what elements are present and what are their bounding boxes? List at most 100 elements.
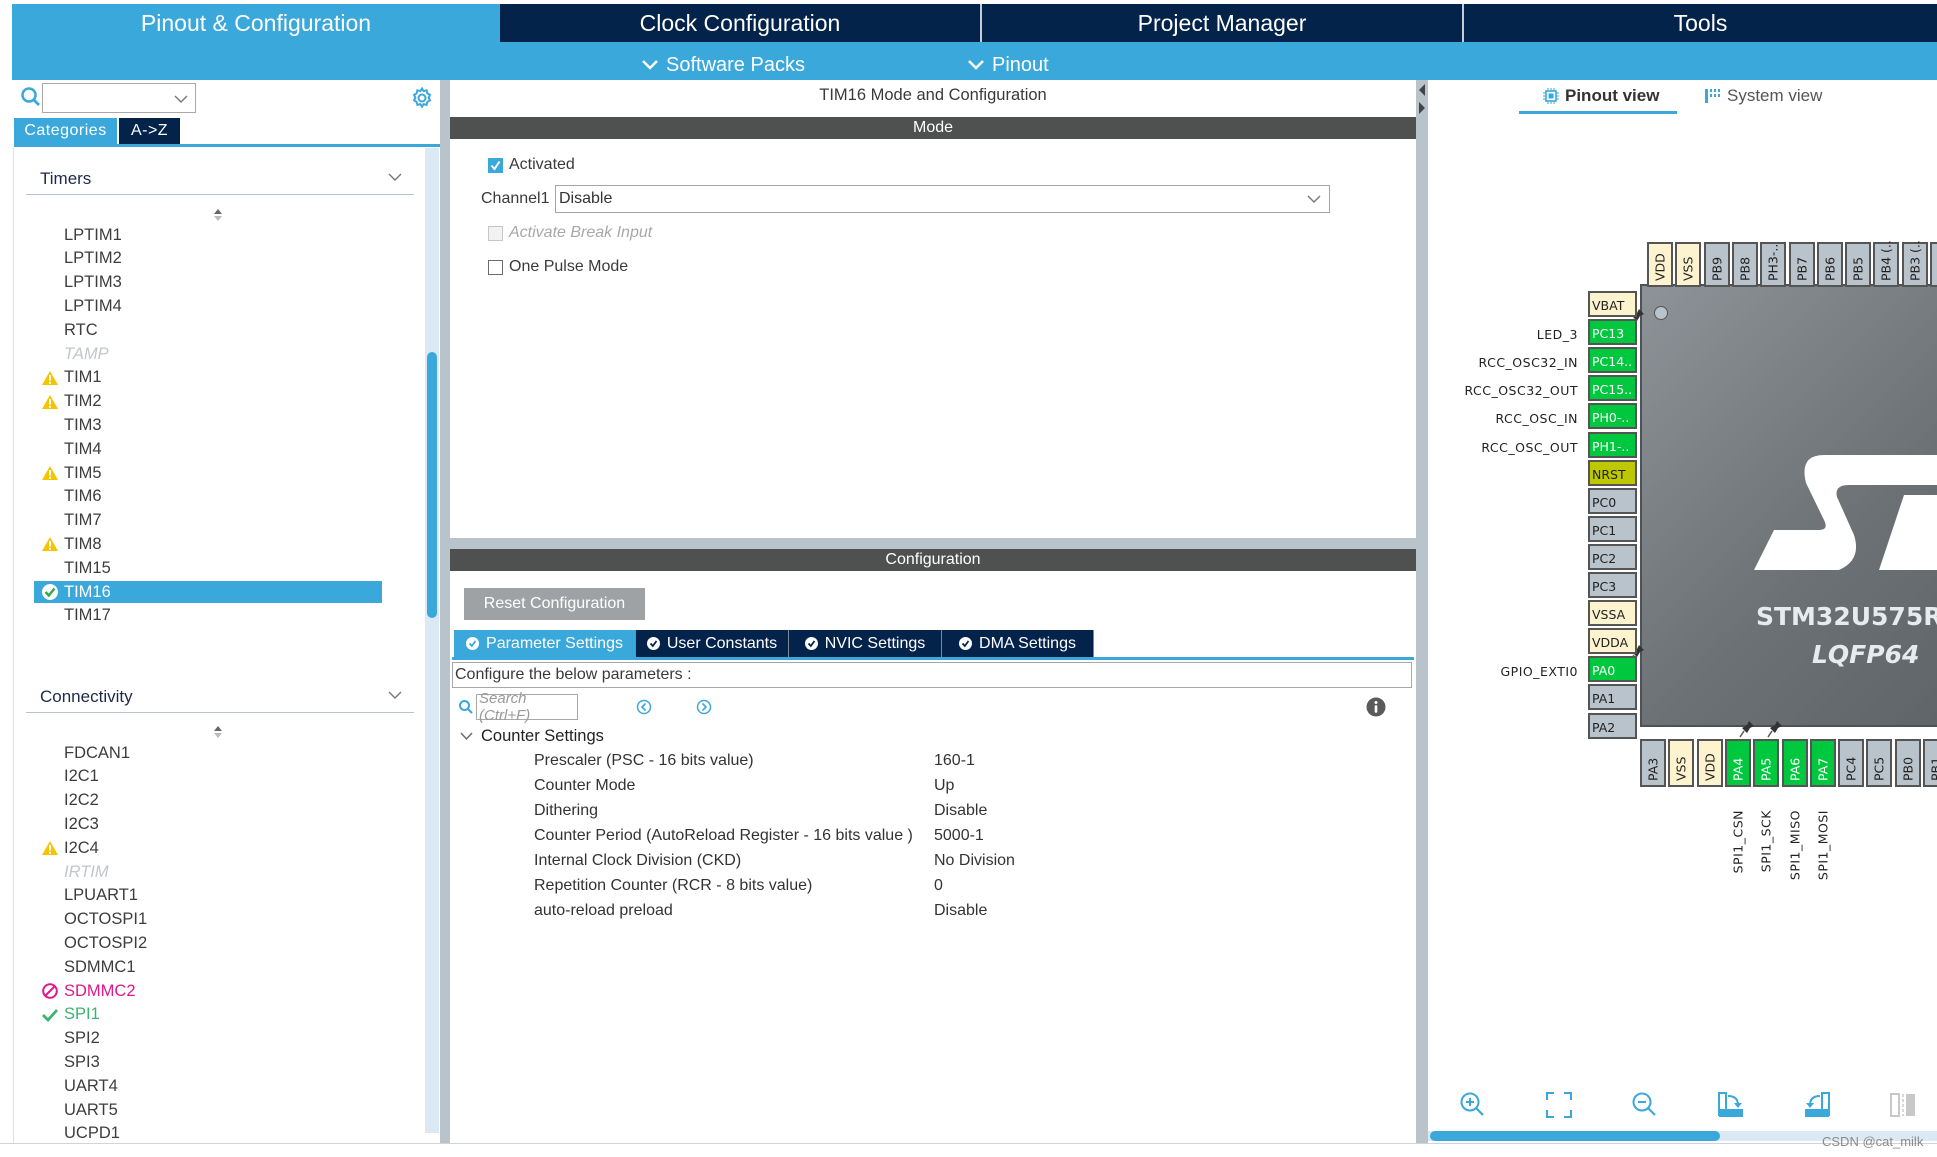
parameter-value[interactable]: 0 [934, 877, 943, 895]
pin-top[interactable]: PB7 [1788, 242, 1815, 287]
peripheral-item-lptim2[interactable]: LPTIM2 [34, 248, 382, 270]
peripheral-item-uart5[interactable]: UART5 [34, 1099, 382, 1121]
pin-pb1[interactable]: PB1 [1923, 739, 1937, 787]
peripheral-item-rtc[interactable]: RTC [34, 319, 382, 341]
parameter-value[interactable]: 5000-1 [934, 827, 984, 845]
parameter-value[interactable]: 160-1 [934, 752, 975, 770]
pin-pa6[interactable]: PA6 [1781, 739, 1808, 787]
peripheral-item-tim6[interactable]: TIM6 [34, 486, 382, 508]
peripheral-search-input[interactable] [42, 83, 196, 113]
collapse-arrows-icon[interactable] [1417, 82, 1427, 122]
sort-icon[interactable] [213, 725, 223, 739]
parameter-value[interactable]: Disable [934, 802, 987, 820]
peripheral-item-octospi2[interactable]: OCTOSPI2 [34, 932, 382, 954]
tab-user-constants[interactable]: User Constants [636, 630, 789, 657]
rotate-right-icon[interactable] [1716, 1090, 1746, 1120]
peripheral-item-i2c1[interactable]: I2C1 [34, 766, 382, 788]
list-scrollbar-track[interactable] [425, 148, 439, 1133]
peripheral-item-spi2[interactable]: SPI2 [34, 1028, 382, 1050]
peripheral-item-i2c3[interactable]: I2C3 [34, 813, 382, 835]
tab-a-to-z[interactable]: A->Z [119, 118, 180, 144]
software-packs-menu[interactable]: Software Packs [642, 50, 805, 80]
pin-pc13[interactable]: PC13 [1588, 319, 1637, 346]
fit-screen-icon[interactable] [1544, 1090, 1574, 1120]
parameter-value[interactable]: Disable [934, 902, 987, 920]
split-view-icon[interactable] [1888, 1090, 1918, 1120]
zoom-out-icon[interactable] [1630, 1090, 1660, 1120]
peripheral-item-uart4[interactable]: UART4 [34, 1075, 382, 1097]
pin-top[interactable]: VSS [1675, 242, 1702, 287]
next-match-icon[interactable] [696, 699, 712, 715]
peripheral-item-spi1[interactable]: SPI1 [34, 1004, 382, 1026]
parameter-value[interactable]: Up [934, 777, 954, 795]
tab-system-view[interactable]: System view [1705, 86, 1822, 106]
chevron-down-icon[interactable] [174, 95, 188, 104]
pin-top[interactable]: PH3-.. [1760, 242, 1787, 287]
pin-pa1[interactable]: PA1 [1588, 684, 1637, 711]
peripheral-item-tim17[interactable]: TIM17 [34, 605, 382, 627]
one-pulse-checkbox[interactable] [488, 260, 503, 275]
pin-pa0[interactable]: PA0 [1588, 656, 1637, 683]
peripheral-item-tim2[interactable]: TIM2 [34, 391, 382, 413]
parameter-value[interactable]: No Division [934, 852, 1015, 870]
horizontal-scrollbar-thumb[interactable] [1430, 1131, 1720, 1141]
pin-top[interactable]: PB9 [1703, 242, 1730, 287]
pin-top[interactable]: PB8 [1731, 242, 1758, 287]
tab-categories[interactable]: Categories [14, 118, 117, 144]
peripheral-item-spi3[interactable]: SPI3 [34, 1051, 382, 1073]
peripheral-item-tim5[interactable]: TIM5 [34, 462, 382, 484]
pin-pa7[interactable]: PA7 [1809, 739, 1836, 787]
pin-vssa[interactable]: VSSA [1588, 600, 1637, 627]
parameter-row[interactable]: Internal Clock Division (CKD) No Division [534, 850, 1404, 874]
activated-checkbox[interactable] [488, 158, 503, 173]
parameter-row[interactable]: Repetition Counter (RCR - 8 bits value) 0 [534, 875, 1404, 899]
panel-divider[interactable] [440, 80, 450, 1143]
parameter-row[interactable]: Prescaler (PSC - 16 bits value) 160-1 [534, 750, 1404, 774]
pin-top[interactable]: PB3 (.. [1901, 240, 1928, 287]
peripheral-item-sdmmc1[interactable]: SDMMC1 [34, 956, 382, 978]
peripheral-item-octospi1[interactable]: OCTOSPI1 [34, 909, 382, 931]
peripheral-item-lptim3[interactable]: LPTIM3 [34, 272, 382, 294]
sort-icon[interactable] [213, 208, 223, 222]
peripheral-item-tim16[interactable]: TIM16 [34, 581, 382, 603]
parameter-row[interactable]: auto-reload preload Disable [534, 900, 1404, 924]
pin-pc1[interactable]: PC1 [1588, 515, 1637, 542]
peripheral-item-tim8[interactable]: TIM8 [34, 533, 382, 555]
peripheral-item-lpuart1[interactable]: LPUART1 [34, 885, 382, 907]
panel-collapse-bar[interactable] [1416, 80, 1428, 1143]
pin-pb0[interactable]: PB0 [1894, 739, 1921, 787]
zoom-in-icon[interactable] [1458, 1090, 1488, 1120]
rotate-left-icon[interactable] [1802, 1090, 1832, 1120]
parameter-search-input[interactable]: Search (Ctrl+F) [476, 690, 578, 724]
pin-ph1[interactable]: PH1-.. [1588, 431, 1637, 458]
peripheral-item-tim4[interactable]: TIM4 [34, 438, 382, 460]
pinout-menu[interactable]: Pinout [968, 50, 1049, 80]
peripheral-item-fdcan1[interactable]: FDCAN1 [34, 742, 382, 764]
tab-nvic-settings[interactable]: NVIC Settings [789, 630, 942, 657]
pin-top[interactable]: VDD [1647, 242, 1673, 287]
peripheral-item-i2c2[interactable]: I2C2 [34, 790, 382, 812]
tab-tools[interactable]: Tools [1464, 4, 1937, 42]
tab-dma-settings[interactable]: DMA Settings [942, 630, 1094, 657]
pin-vdda[interactable]: VDDA [1588, 628, 1637, 655]
pin-pa2[interactable]: PA2 [1588, 712, 1637, 739]
pin-pc14[interactable]: PC14.. [1588, 347, 1637, 374]
peripheral-item-tim7[interactable]: TIM7 [34, 510, 382, 532]
pin-top[interactable]: PB2 [1930, 242, 1937, 287]
list-scrollbar-thumb[interactable] [427, 352, 437, 618]
parameter-row[interactable]: Counter Mode Up [534, 775, 1404, 799]
peripheral-item-lptim1[interactable]: LPTIM1 [34, 224, 382, 246]
pin-pa4[interactable]: PA4 [1724, 739, 1751, 787]
pin-pc4[interactable]: PC4 [1838, 739, 1865, 787]
pin-pa5[interactable]: PA5 [1753, 739, 1780, 787]
pin-ph0[interactable]: PH0-.. [1588, 403, 1637, 430]
peripheral-item-i2c4[interactable]: I2C4 [34, 837, 382, 859]
category-timers-header[interactable]: Timers [26, 165, 414, 195]
peripheral-item-tim1[interactable]: TIM1 [34, 367, 382, 389]
peripheral-item-tim15[interactable]: TIM15 [34, 557, 382, 579]
pin-vdd[interactable]: VDD [1696, 739, 1723, 787]
parameter-row[interactable]: Counter Period (AutoReload Register - 16… [534, 825, 1404, 849]
pin-pc2[interactable]: PC2 [1588, 543, 1637, 570]
tab-pinout-configuration[interactable]: Pinout & Configuration [12, 4, 500, 42]
pin-vbat[interactable]: VBAT [1588, 291, 1637, 317]
